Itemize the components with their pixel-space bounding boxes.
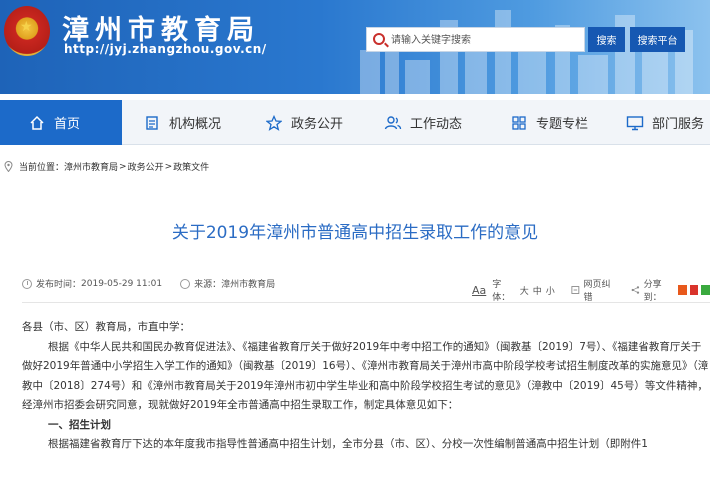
nav-item-public-affairs[interactable]: 政务公开 (265, 100, 375, 145)
nav-item-label: 政务公开 (291, 117, 344, 132)
search-button[interactable]: 搜索 (588, 27, 625, 52)
nav-item-work-news[interactable]: 工作动态 (384, 100, 494, 145)
document-icon (143, 114, 161, 132)
nav-item-label: 专题专栏 (536, 117, 589, 132)
share-icon (631, 286, 639, 294)
grid-icon (510, 114, 528, 132)
publish-time: 2019-05-29 11:01 (81, 278, 163, 289)
article-body: 各县（市、区）教育局，市直中学： 根据《中华人民共和国民办教育促进法》、《福建省… (22, 318, 710, 455)
article-greeting: 各县（市、区）教育局，市直中学： (22, 321, 190, 333)
monitor-icon (626, 114, 644, 132)
breadcrumb-item-policy-documents[interactable]: 政策文件 (173, 160, 209, 173)
share-qzone-icon[interactable] (677, 285, 687, 295)
source-icon (180, 278, 191, 289)
font-size-medium[interactable]: 中 (533, 284, 542, 297)
star-icon (265, 114, 283, 132)
search-icon (373, 33, 385, 45)
breadcrumb-item-public-affairs[interactable]: 政务公开 (128, 160, 164, 173)
source-label: 来源： (194, 280, 222, 290)
nav-item-label: 首页 (54, 117, 81, 132)
nav-item-organization[interactable]: 机构概况 (143, 100, 253, 145)
error-report-icon (571, 286, 580, 294)
font-size-icon: Aa (472, 283, 487, 297)
nav-item-department-services[interactable]: 部门服务 (626, 100, 710, 145)
search-box (366, 27, 585, 52)
nav-item-label: 机构概况 (169, 117, 222, 132)
breadcrumb: 当前位置： 漳州市教育局 > 政务公开 > 政策文件 (4, 160, 209, 173)
main-nav: 首页 机构概况 政务公开 工作动态 专题专栏 部门服务 (0, 100, 710, 145)
share-weibo-icon[interactable] (689, 285, 699, 295)
breadcrumb-separator: > (119, 161, 127, 172)
search-platform-button[interactable]: 搜索平台 (630, 27, 685, 52)
nav-item-label: 部门服务 (652, 117, 705, 132)
source-value: 漳州市教育局 (221, 280, 276, 290)
font-size-large[interactable]: 大 (520, 284, 529, 297)
article-paragraph: 根据《中华人民共和国民办教育促进法》、《福建省教育厅关于做好2019年中考中招工… (22, 340, 709, 412)
meta-divider (22, 302, 710, 303)
breadcrumb-prefix: 当前位置： (19, 163, 65, 173)
font-size-small[interactable]: 小 (546, 284, 555, 297)
search-input[interactable] (391, 32, 581, 48)
article-paragraph: 根据福建省教育厅下达的本年度我市指导性普通高中招生计划，全市分县（市、区）、分校… (48, 438, 648, 450)
font-size-label: 字体： (492, 280, 511, 303)
publish-time-label: 发布时间： (36, 280, 82, 290)
error-report-link[interactable]: 网页纠错 (584, 277, 615, 303)
location-pin-icon (4, 161, 13, 172)
article-section-heading: 一、招生计划 (48, 418, 111, 431)
site-url: http://jyj.zhangzhou.gov.cn/ (64, 42, 267, 56)
home-icon (28, 114, 46, 132)
breadcrumb-separator: > (164, 161, 173, 172)
nav-item-special-topics[interactable]: 专题专栏 (510, 100, 620, 145)
users-icon (384, 114, 402, 132)
share-wechat-icon[interactable] (701, 285, 710, 295)
share-label: 分享到： (643, 280, 662, 303)
clock-icon (22, 278, 32, 289)
header-banner: ★ 漳州市教育局 http://jyj.zhangzhou.gov.cn/ 搜索… (0, 0, 710, 94)
national-emblem-logo: ★ (4, 6, 50, 56)
breadcrumb-item-home[interactable]: 漳州市教育局 (64, 160, 118, 173)
nav-item-label: 工作动态 (410, 117, 463, 132)
nav-item-home[interactable]: 首页 (0, 100, 122, 145)
article-tools: Aa 字体： 大 中 小 网页纠错 分享到： (472, 277, 710, 303)
article-title: 关于2019年漳州市普通高中招生录取工作的意见 (171, 223, 539, 243)
article-meta: 发布时间： 2019-05-29 11:01 来源： 漳州市教育局 Aa 字体：… (22, 277, 710, 303)
